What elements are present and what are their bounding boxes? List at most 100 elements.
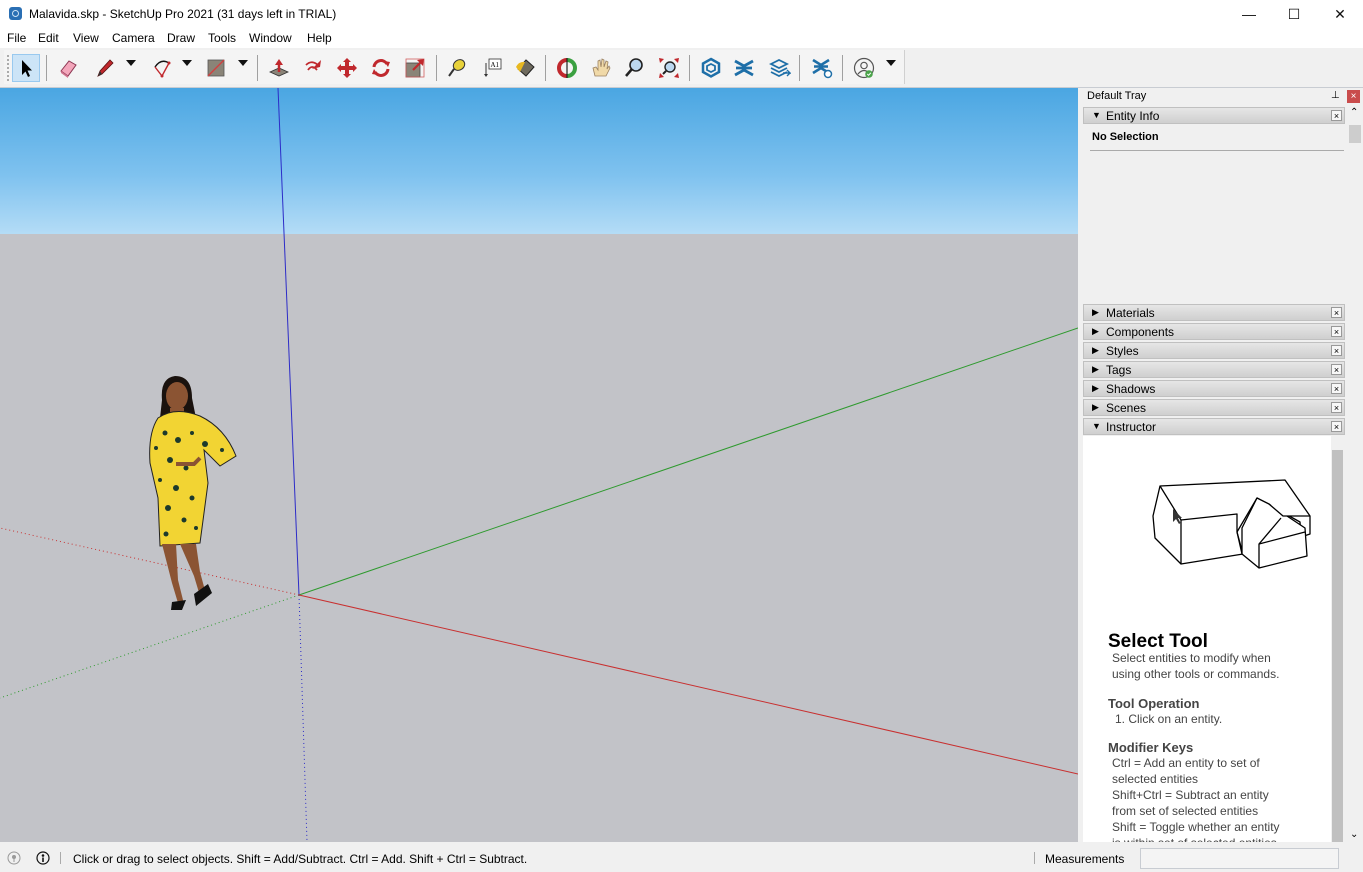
credits-info-icon[interactable] — [36, 851, 50, 865]
pan-tool-button[interactable] — [587, 54, 615, 82]
status-bar: Click or drag to select objects. Shift =… — [0, 846, 1363, 872]
move-icon — [337, 58, 357, 78]
menu-draw[interactable]: Draw — [167, 31, 195, 45]
scroll-thumb[interactable] — [1349, 125, 1361, 143]
arc-tool-button[interactable] — [148, 54, 176, 82]
panel-materials[interactable]: ▶ Materials × — [1083, 304, 1345, 321]
account-button[interactable] — [850, 54, 878, 82]
move-tool-button[interactable] — [333, 54, 361, 82]
modifier-key-line: Shift+Ctrl = Subtract an entity — [1112, 788, 1269, 802]
panel-close-icon[interactable]: × — [1331, 326, 1342, 337]
panel-scenes[interactable]: ▶ Scenes × — [1083, 399, 1345, 416]
tray-scrollbar-lower[interactable]: ⌄ — [1346, 436, 1363, 842]
tray-scrollbar[interactable]: ⌃ — [1346, 107, 1363, 302]
entity-info-body: No Selection — [1083, 124, 1345, 302]
panel-close-icon[interactable]: × — [1331, 307, 1342, 318]
orbit-tool-button[interactable] — [553, 54, 581, 82]
pencil-icon — [97, 59, 114, 77]
menu-camera[interactable]: Camera — [112, 31, 155, 45]
model-viewport[interactable] — [0, 88, 1078, 842]
minimize-button[interactable]: — — [1226, 0, 1272, 28]
maximize-button[interactable]: ☐ — [1271, 0, 1317, 28]
panel-close-icon[interactable]: × — [1331, 402, 1342, 413]
offset-tool-button[interactable] — [299, 54, 327, 82]
scroll-down-icon[interactable]: ⌄ — [1350, 829, 1358, 840]
extension-manager-button[interactable] — [808, 54, 836, 82]
magnifier-icon — [625, 58, 643, 77]
panel-close-icon[interactable]: × — [1331, 110, 1342, 121]
text-tool-button[interactable]: A1 — [478, 54, 506, 82]
panel-shadows[interactable]: ▶ Shadows × — [1083, 380, 1345, 397]
menu-tools[interactable]: Tools — [208, 31, 236, 45]
panel-label: Shadows — [1106, 382, 1156, 396]
menu-help[interactable]: Help — [307, 31, 332, 45]
layout-layers-icon — [769, 58, 791, 78]
house-illustration — [1152, 479, 1311, 569]
selection-status: No Selection — [1092, 131, 1159, 143]
instructor-scroll-thumb[interactable] — [1332, 450, 1343, 842]
title-bar: Malavida.skp - SketchUp Pro 2021 (31 day… — [0, 0, 1363, 28]
account-dropdown[interactable] — [886, 60, 896, 66]
toolbar-separator — [689, 55, 690, 81]
panel-tags[interactable]: ▶ Tags × — [1083, 361, 1345, 378]
arc-tool-dropdown[interactable] — [182, 60, 192, 66]
geo-location-icon[interactable] — [7, 851, 21, 865]
scale-icon — [405, 58, 425, 78]
toolbar-grip[interactable] — [7, 55, 11, 81]
toolbar-separator — [799, 55, 800, 81]
zoom-tool-button[interactable] — [620, 54, 648, 82]
pin-icon[interactable]: ⊥ — [1331, 90, 1340, 101]
select-tool-button[interactable] — [12, 54, 40, 82]
3d-warehouse-button[interactable] — [697, 54, 725, 82]
zoom-extents-tool-button[interactable] — [655, 54, 683, 82]
panel-close-icon[interactable]: × — [1331, 364, 1342, 375]
zoom-extents-icon — [659, 58, 679, 78]
large-tool-set: A1 — [4, 50, 905, 84]
menu-view[interactable]: View — [73, 31, 99, 45]
modifier-key-line: selected entities — [1112, 772, 1199, 786]
modifier-key-line: is within set of selected entities — [1112, 835, 1277, 842]
panel-styles[interactable]: ▶ Styles × — [1083, 342, 1345, 359]
line-tool-dropdown[interactable] — [126, 60, 136, 66]
panel-label: Styles — [1106, 344, 1139, 358]
panel-close-icon[interactable]: × — [1331, 345, 1342, 356]
tool-operation-step: 1. Click on an entity. — [1115, 712, 1223, 726]
close-button[interactable]: ✕ — [1317, 0, 1363, 28]
rectangle-tool-dropdown[interactable] — [238, 60, 248, 66]
menu-window[interactable]: Window — [249, 31, 292, 45]
push-pull-tool-button[interactable] — [265, 54, 293, 82]
instructor-scrollbar[interactable] — [1331, 436, 1344, 842]
paint-bucket-tool-button[interactable] — [511, 54, 539, 82]
eraser-tool-button[interactable] — [54, 54, 82, 82]
instructor-description: Select entities to modify when — [1112, 651, 1271, 665]
extension-warehouse-icon — [734, 59, 754, 77]
panel-instructor[interactable]: ▼ Instructor × — [1083, 418, 1345, 435]
rectangle-tool-button[interactable] — [202, 54, 230, 82]
send-to-layout-button[interactable] — [766, 54, 794, 82]
rotate-tool-button[interactable] — [367, 54, 395, 82]
panel-components[interactable]: ▶ Components × — [1083, 323, 1345, 340]
menu-edit[interactable]: Edit — [38, 31, 59, 45]
tray-title: Default Tray — [1087, 90, 1147, 102]
text-label-icon: A1 — [484, 58, 502, 77]
sketchup-app-icon — [9, 7, 22, 20]
offset-icon — [305, 60, 321, 71]
modifier-key-line: Shift = Toggle whether an entity — [1112, 820, 1280, 834]
panel-entity-info[interactable]: ▼ Entity Info × — [1083, 107, 1345, 124]
tape-measure-tool-button[interactable] — [443, 54, 471, 82]
menu-file[interactable]: File — [7, 31, 26, 45]
red-axis-positive — [298, 594, 1078, 775]
blue-axis-positive — [277, 88, 300, 596]
tray-close-button[interactable]: × — [1347, 90, 1360, 103]
panel-close-icon[interactable]: × — [1331, 421, 1342, 432]
scroll-up-icon[interactable]: ⌃ — [1350, 107, 1358, 118]
scale-tool-button[interactable] — [401, 54, 429, 82]
scale-figure-person[interactable] — [149, 376, 237, 610]
divider — [1090, 150, 1344, 151]
line-tool-button[interactable] — [91, 54, 119, 82]
collapsed-triangle-icon: ▶ — [1092, 326, 1099, 336]
expanded-triangle-icon: ▼ — [1092, 110, 1101, 120]
panel-close-icon[interactable]: × — [1331, 383, 1342, 394]
measurements-input[interactable] — [1140, 848, 1339, 869]
extension-warehouse-button[interactable] — [730, 54, 758, 82]
